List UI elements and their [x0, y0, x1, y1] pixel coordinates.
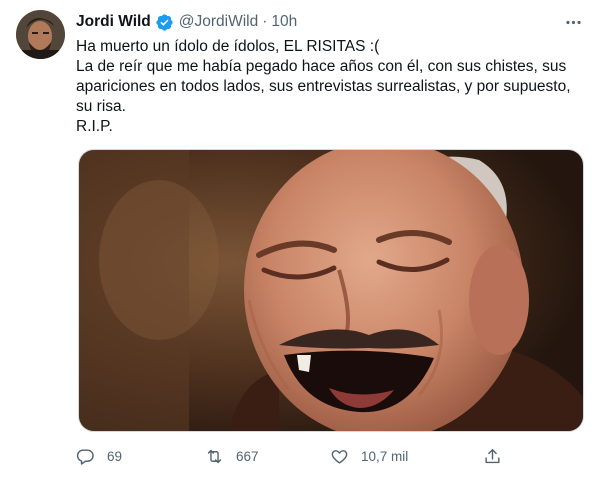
retweet-icon — [207, 449, 222, 463]
author-handle[interactable]: @JordiWild — [179, 13, 258, 31]
tweet-text: Ha muerto un ídolo de ídolos, EL RISITAS… — [76, 37, 588, 137]
heart-icon — [331, 449, 348, 464]
like-count: 10,7 mil — [361, 448, 409, 464]
retweet-button[interactable]: 667 — [205, 445, 259, 467]
tweet-text-line: apariciones en todos lados, sus entrevis… — [76, 78, 571, 95]
tweet-text-line: R.I.P. — [76, 118, 113, 135]
reply-count: 69 — [107, 448, 123, 464]
share-button[interactable] — [483, 445, 502, 467]
tweet-actions-bar: 69 667 10,7 mil — [76, 445, 516, 467]
verified-badge-icon — [155, 13, 174, 32]
tweet-timestamp[interactable]: 10h — [271, 13, 297, 31]
tweet-text-line: su risa. — [76, 98, 126, 115]
like-button[interactable]: 10,7 mil — [330, 445, 408, 467]
more-horizontal-icon[interactable] — [563, 12, 583, 32]
tweet-text-line: La de reír que me había pegado hace años… — [76, 58, 567, 75]
tweet: Jordi Wild @JordiWild · 10h Ha muerto un… — [0, 0, 597, 478]
retweet-count: 667 — [236, 448, 259, 464]
separator-dot: · — [262, 13, 268, 30]
reply-button[interactable]: 69 — [76, 445, 122, 467]
share-icon — [485, 448, 500, 463]
avatar[interactable] — [16, 10, 65, 59]
tweet-text-line: Ha muerto un ídolo de ídolos, EL RISITAS… — [76, 38, 380, 55]
tweet-header: Jordi Wild @JordiWild · 10h — [76, 11, 557, 33]
author-name[interactable]: Jordi Wild — [76, 13, 151, 31]
laughing-man-photo — [79, 150, 583, 431]
avatar-image — [16, 10, 65, 59]
reply-icon — [76, 448, 94, 465]
tweet-media-image[interactable] — [78, 149, 584, 432]
